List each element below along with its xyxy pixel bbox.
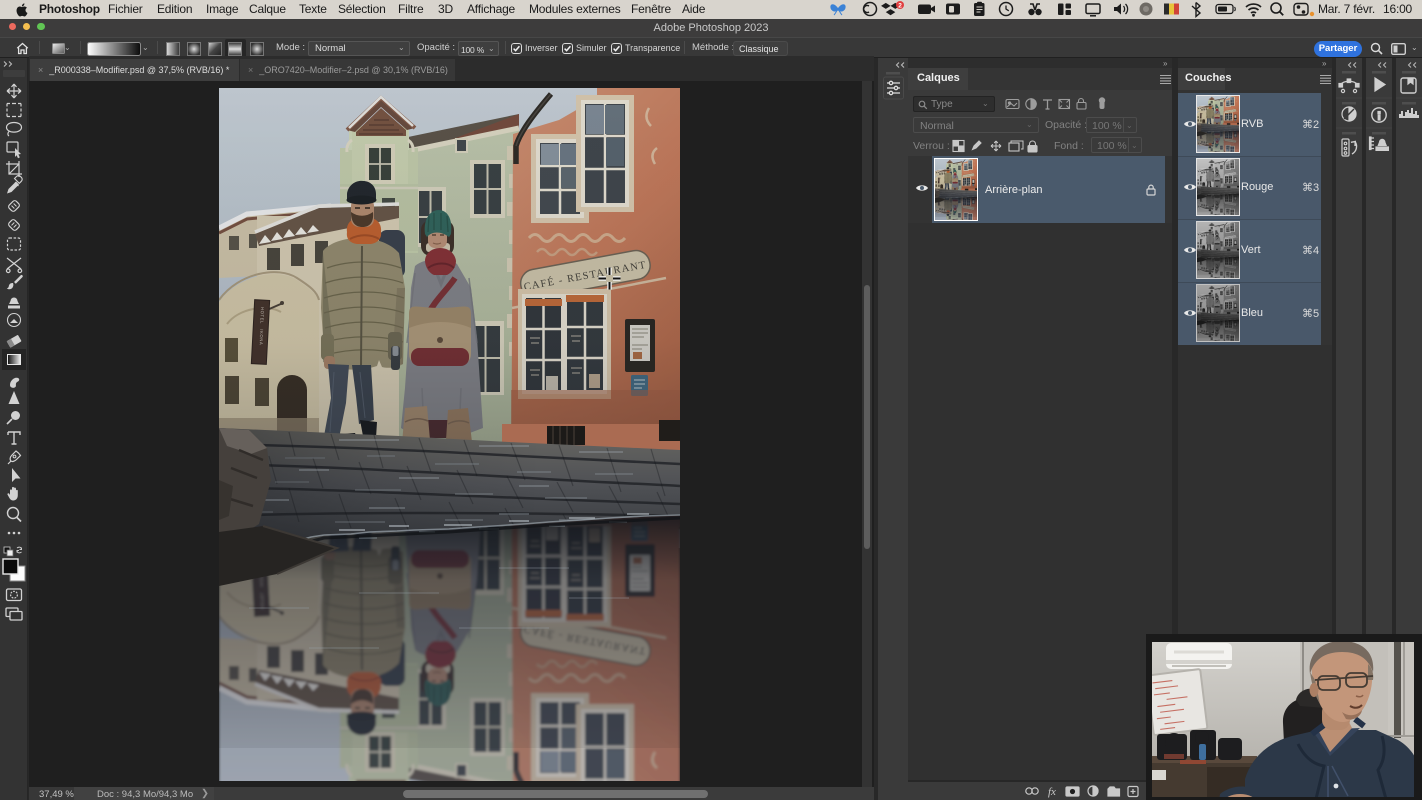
svg-text:2: 2 <box>898 3 902 10</box>
svg-text:fx: fx <box>1048 786 1056 798</box>
